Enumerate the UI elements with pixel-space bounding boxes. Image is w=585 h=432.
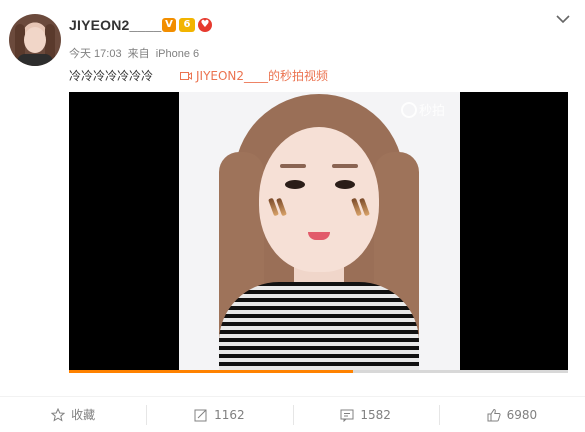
username[interactable]: JIYEON2____ (69, 17, 161, 33)
watermark: 秒拍 (401, 100, 445, 119)
vip-crown-icon[interactable]: 6 (179, 18, 195, 32)
favorite-button[interactable]: 收藏 (0, 397, 146, 432)
star-icon (51, 407, 66, 422)
red-heart-badge-icon[interactable]: ♥ (198, 18, 212, 32)
repost-button[interactable]: 1162 (146, 397, 292, 432)
like-count: 6980 (506, 407, 538, 422)
watermark-text: 秒拍 (419, 104, 446, 119)
miaopai-logo-icon (401, 101, 417, 118)
repost-count: 1162 (214, 407, 245, 422)
post-meta: 今天 17:03 来自 iPhone 6 (69, 45, 202, 61)
badges: V 6 ♥ (162, 18, 212, 32)
post-time[interactable]: 今天 17:03 (69, 48, 122, 60)
source-prefix: 来自 (127, 48, 150, 60)
video-frame (179, 92, 460, 372)
video-camera-icon (180, 71, 192, 80)
like-button[interactable]: 6980 (438, 397, 585, 432)
avatar[interactable] (9, 14, 61, 66)
action-bar: 收藏 1162 1582 6980 (0, 396, 585, 432)
verified-v-icon[interactable]: V (162, 18, 176, 32)
post-text: 冷冷冷冷冷冷冷 (69, 69, 154, 83)
video-link-text[interactable]: JIYEON2____的秒拍视频 (196, 67, 328, 84)
video-player[interactable]: 秒拍 (69, 92, 568, 372)
favorite-label: 收藏 (71, 408, 96, 422)
video-progress-fill (69, 370, 354, 373)
video-link[interactable]: JIYEON2____的秒拍视频 (180, 67, 328, 84)
repost-icon (194, 409, 207, 421)
comment-icon (340, 409, 354, 422)
comment-button[interactable]: 1582 (292, 397, 439, 432)
thumbs-up-icon (487, 408, 501, 421)
comment-count: 1582 (360, 407, 391, 422)
source-device[interactable]: iPhone 6 (156, 48, 199, 60)
video-progress-bar[interactable] (69, 370, 568, 373)
chevron-down-icon[interactable] (556, 14, 570, 24)
